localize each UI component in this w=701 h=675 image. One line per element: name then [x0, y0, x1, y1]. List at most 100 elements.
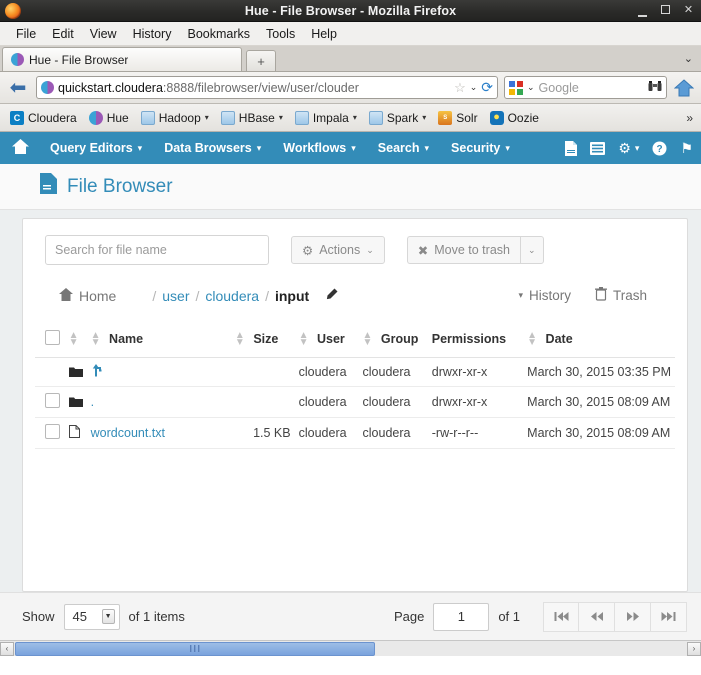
nav-data-browsers[interactable]: Data Browsers ▾	[153, 141, 272, 155]
first-page-button[interactable]	[543, 601, 579, 632]
horizontal-scrollbar[interactable]: ‹ ›	[0, 640, 701, 656]
nav-query-editors[interactable]: Query Editors ▾	[39, 141, 153, 155]
file-name-link[interactable]: wordcount.txt	[91, 426, 165, 440]
hue-home-icon[interactable]	[6, 138, 39, 158]
menu-history[interactable]: History	[125, 25, 180, 43]
new-tab-button[interactable]: +	[246, 50, 276, 71]
close-button[interactable]: ✕	[682, 5, 695, 16]
bookmark-spark[interactable]: Spark ▾	[364, 109, 431, 127]
page-size-select[interactable]: 45 ▼	[63, 603, 120, 630]
menu-view[interactable]: View	[82, 25, 125, 43]
bookmark-oozie[interactable]: ● Oozie	[485, 109, 544, 127]
history-button[interactable]: ▾ History	[518, 288, 571, 303]
menu-tools[interactable]: Tools	[258, 25, 303, 43]
scroll-right-button[interactable]: ›	[687, 641, 701, 656]
menu-file[interactable]: File	[8, 25, 44, 43]
table-row[interactable]: wordcount.txt 1.5 KB cloudera cloudera -…	[35, 417, 675, 449]
trash-button[interactable]: Trash	[594, 287, 647, 304]
breadcrumb-user[interactable]: user	[162, 288, 189, 304]
chevron-down-icon: ▾	[505, 142, 510, 153]
scrollbar-thumb[interactable]	[15, 641, 375, 656]
settings-gear-icon[interactable]: ⚙ ▾	[618, 141, 639, 155]
permissions-header[interactable]: Permissions	[427, 326, 524, 358]
list-icon[interactable]	[590, 141, 606, 155]
nav-label: Workflows	[283, 141, 347, 155]
minimize-button[interactable]	[636, 5, 649, 17]
last-page-button[interactable]	[651, 601, 687, 632]
breadcrumb-input: input	[274, 287, 310, 304]
nav-label: Query Editors	[50, 141, 133, 155]
home-button-icon[interactable]	[673, 78, 695, 97]
nav-workflows[interactable]: Workflows ▾	[272, 141, 367, 155]
maximize-button[interactable]	[659, 4, 672, 17]
file-name-link[interactable]: .	[91, 395, 94, 409]
date-header[interactable]: ▲ ▼ Date	[523, 326, 675, 358]
reload-icon[interactable]: ⟳	[481, 79, 493, 96]
move-to-trash-button[interactable]: ✖ Move to trash	[406, 236, 520, 264]
bookmark-hue[interactable]: Hue	[84, 109, 134, 127]
table-row[interactable]: cloudera cloudera drwxr-xr-x March 30, 2…	[35, 357, 675, 387]
scroll-left-button[interactable]: ‹	[0, 641, 14, 656]
nav-security[interactable]: Security ▾	[440, 141, 521, 155]
pencil-icon[interactable]	[325, 288, 338, 304]
name-header[interactable]: ▲ ▼ Name	[86, 326, 231, 358]
table-row[interactable]: . cloudera cloudera drwxr-xr-x March 30,…	[35, 386, 675, 418]
row-name-cell[interactable]	[86, 357, 231, 387]
sort-icon: ▲ ▼	[234, 330, 245, 349]
url-bar[interactable]: quickstart.cloudera:8888/filebrowser/vie…	[36, 76, 498, 99]
chevron-down-icon: ⌄	[527, 244, 536, 255]
file-browser-panel: Search for file name ⚙ Actions ⌄ ✖ Move …	[22, 218, 688, 592]
parent-directory-link[interactable]	[91, 364, 102, 380]
breadcrumb-actions: ▾ History Trash	[518, 287, 675, 304]
search-input[interactable]: Search for file name	[45, 235, 269, 265]
bookmark-label: Hadoop	[158, 110, 201, 125]
size-header[interactable]: ▲ ▼ Size	[230, 326, 295, 358]
bookmark-solr[interactable]: S Solr	[433, 109, 482, 127]
url-dropdown-icon[interactable]: ⌄	[470, 82, 478, 93]
row-name-cell[interactable]: .	[86, 386, 231, 418]
bookmark-impala[interactable]: Impala ▾	[290, 109, 362, 127]
move-to-trash-dropdown-button[interactable]: ⌄	[519, 236, 544, 264]
browser-tab-active[interactable]: Hue - File Browser	[2, 47, 242, 71]
row-name-cell[interactable]: wordcount.txt	[86, 417, 231, 449]
menu-help[interactable]: Help	[303, 25, 345, 43]
document-icon[interactable]	[565, 140, 578, 156]
nav-search[interactable]: Search ▾	[367, 141, 440, 155]
user-header[interactable]: ▲ ▼ User	[294, 326, 359, 358]
browser-search-bar[interactable]: ⌄ Google	[504, 76, 667, 99]
back-button-icon[interactable]: ⬅	[6, 77, 30, 99]
binoculars-icon[interactable]	[648, 80, 662, 95]
page-number-input[interactable]: 1	[433, 602, 490, 631]
menu-edit[interactable]: Edit	[44, 25, 82, 43]
file-list-table: ▲ ▼ ▲ ▼ Name ▲ ▼ Size ▲ ▼ User ▲ ▼ Group…	[35, 326, 675, 449]
bookmark-star-icon[interactable]: ☆	[454, 80, 466, 96]
help-icon[interactable]: ?	[652, 141, 667, 156]
home-svg	[674, 78, 694, 96]
bookmark-hadoop[interactable]: Hadoop ▾	[136, 109, 214, 127]
bookmarks-overflow-icon[interactable]: »	[686, 111, 696, 125]
flag-icon[interactable]: ⚑	[680, 140, 693, 157]
select-all-checkbox[interactable]	[45, 330, 60, 345]
of-items-label: of 1 items	[128, 609, 185, 624]
sort-type-header[interactable]: ▲ ▼	[64, 326, 87, 358]
row-checkbox-cell	[35, 417, 65, 449]
chevron-down-icon: ⌄	[366, 244, 374, 255]
bookmark-hbase[interactable]: HBase ▾	[216, 109, 288, 127]
binoculars-svg	[648, 80, 662, 91]
group-header[interactable]: ▲ ▼ Group	[358, 326, 428, 358]
hue-favicon-icon	[11, 53, 24, 66]
list-all-tabs-icon[interactable]: ⌄	[684, 52, 693, 65]
bookmark-cloudera[interactable]: C Cloudera	[5, 109, 82, 127]
cloudera-icon: C	[10, 110, 24, 125]
breadcrumb-cloudera[interactable]: cloudera	[205, 288, 259, 304]
solr-icon: S	[438, 110, 453, 125]
actions-button[interactable]: ⚙ Actions ⌄	[291, 236, 385, 264]
search-engine-dropdown-icon[interactable]: ⌄	[527, 82, 535, 93]
breadcrumb-home[interactable]: Home	[59, 287, 116, 304]
next-page-button[interactable]	[615, 601, 651, 632]
row-checkbox[interactable]	[45, 424, 60, 439]
menu-bookmarks[interactable]: Bookmarks	[179, 25, 258, 43]
row-checkbox[interactable]	[45, 393, 60, 408]
previous-page-button[interactable]	[579, 601, 615, 632]
nav-label: Search	[377, 141, 420, 155]
